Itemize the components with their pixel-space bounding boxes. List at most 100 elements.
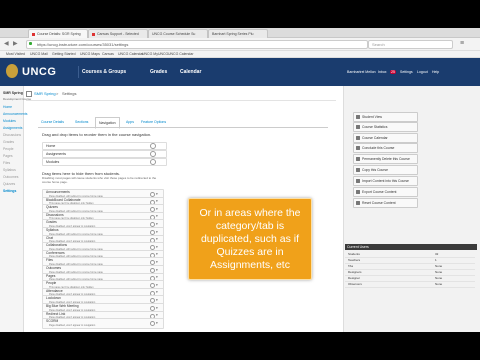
user-role[interactable]: Designers: [348, 270, 362, 275]
help-link[interactable]: Help: [432, 70, 439, 74]
chevron-down-icon[interactable]: ▾: [156, 275, 158, 279]
bookmark[interactable]: UNCG MyUNCG: [142, 51, 168, 57]
sidebar-item-people[interactable]: People: [3, 147, 14, 151]
chevron-down-icon[interactable]: ▾: [156, 245, 158, 249]
chevron-down-icon[interactable]: ▾: [156, 321, 158, 325]
chevron-down-icon[interactable]: ▾: [156, 192, 158, 196]
chevron-down-icon[interactable]: ▾: [156, 237, 158, 241]
copy-course-button[interactable]: Copy this Course: [353, 165, 418, 175]
sidebar-item-files[interactable]: Files: [3, 161, 10, 165]
sidebar-item-syllabus[interactable]: Syllabus: [3, 168, 16, 172]
hidden-nav-item-name: Discussions: [46, 212, 64, 217]
nav-courses-groups[interactable]: Courses & Groups: [82, 69, 126, 75]
browser-window: Course Details: SGR Spring Canvas Suppor…: [0, 28, 480, 332]
tab-sections[interactable]: Sections: [72, 117, 91, 127]
chevron-down-icon[interactable]: ▾: [156, 306, 158, 310]
sidebar-item-assignments[interactable]: Assignments: [3, 126, 22, 130]
chevron-down-icon[interactable]: ▾: [156, 207, 158, 211]
chevron-down-icon[interactable]: ▾: [156, 252, 158, 256]
chevron-down-icon[interactable]: ▾: [156, 199, 158, 203]
checkmark-icon: [356, 146, 360, 151]
chevron-down-icon[interactable]: ▾: [156, 260, 158, 264]
canvas-header: UNCG Courses & Groups Grades Calendar Ba…: [0, 58, 480, 86]
chevron-down-icon[interactable]: ▾: [156, 268, 158, 272]
conclude-course-button[interactable]: Conclude this Course: [353, 143, 418, 153]
breadcrumb-separator: >: [56, 91, 59, 96]
bookmark[interactable]: UNCG Calendar: [118, 51, 143, 57]
bookmark[interactable]: Canvas: [102, 51, 114, 57]
tab-course-details[interactable]: Course Details: [38, 117, 67, 127]
student-view-button[interactable]: Student View: [353, 112, 418, 122]
hidden-nav-item-name: Files: [46, 258, 53, 263]
gear-icon[interactable]: [150, 321, 155, 327]
back-arrow-icon[interactable]: ◀: [4, 41, 9, 47]
gear-icon[interactable]: [150, 159, 156, 165]
nav-grades[interactable]: Grades: [150, 69, 167, 75]
sidebar-item-pages[interactable]: Pages: [3, 154, 13, 158]
current-users-row: Observers None: [345, 282, 475, 288]
sidebar-item-grades[interactable]: Grades: [3, 140, 14, 144]
chevron-down-icon[interactable]: ▾: [156, 313, 158, 317]
user-role[interactable]: Observers: [348, 282, 362, 287]
chevron-down-icon[interactable]: ▾: [156, 222, 158, 226]
hidden-nav-item[interactable]: SCORM Page disabled, won't appear in navi…: [42, 318, 164, 330]
user-role[interactable]: Designer: [348, 276, 360, 281]
sidebar-item-announcements[interactable]: Announcements: [3, 112, 28, 116]
home-icon[interactable]: [26, 91, 32, 97]
sidebar-item-outcomes[interactable]: Outcomes: [3, 175, 18, 179]
button-label: Copy this Course: [362, 168, 389, 172]
chevron-down-icon[interactable]: ▾: [156, 298, 158, 302]
reset-content-button[interactable]: Reset Course Content: [353, 198, 418, 208]
nav-item-label: Home: [46, 144, 56, 148]
calendar-icon: [356, 136, 360, 141]
import-content-button[interactable]: Import Content into this Course: [353, 176, 418, 186]
breadcrumb-course[interactable]: SMR Spring: [34, 91, 56, 96]
hidden-nav-item-desc: Page disabled, won't appear in navigatio…: [49, 323, 96, 327]
tab-feature-options[interactable]: Feature Options: [138, 117, 169, 127]
export-content-button[interactable]: Export Course Content: [353, 187, 418, 197]
bookmark[interactable]: UNCG Calendar: [168, 51, 193, 57]
browser-tab[interactable]: Course Details: SGR Spring: [28, 29, 88, 38]
sidebar-item-home[interactable]: Home: [3, 105, 12, 109]
settings-link[interactable]: Settings: [400, 70, 413, 74]
sidebar-item-modules[interactable]: Modules: [3, 119, 16, 123]
user-role[interactable]: Students: [348, 252, 360, 257]
bookmark[interactable]: UNCG Mail: [30, 51, 48, 57]
course-statistics-button[interactable]: Course Statistics: [353, 122, 418, 132]
user-role[interactable]: Teachers: [348, 258, 360, 263]
nav-item-home[interactable]: Home: [42, 142, 167, 150]
chevron-down-icon[interactable]: ▾: [156, 230, 158, 234]
bookmark[interactable]: UNCG Maps: [80, 51, 100, 57]
logout-link[interactable]: Logout: [417, 70, 428, 74]
gear-icon[interactable]: [150, 143, 156, 149]
chevron-down-icon[interactable]: ▾: [156, 283, 158, 287]
bookmark[interactable]: Getting Started: [52, 51, 76, 57]
user-name-link[interactable]: Barnhartrel Mellon: [347, 70, 376, 74]
tab-apps[interactable]: Apps: [123, 117, 137, 127]
delete-course-button[interactable]: Permanently Delete this Course: [353, 154, 418, 164]
sidebar-item-settings[interactable]: Settings: [3, 189, 16, 193]
nav-item-label: Modules: [46, 160, 60, 164]
hidden-nav-item-name: Announcements: [46, 190, 70, 194]
forward-arrow-icon[interactable]: ▶: [13, 41, 18, 47]
browser-tab[interactable]: Canvas Support - Selected: [88, 29, 148, 38]
url-input[interactable]: https://uncg.instructure.com/courses/350…: [26, 40, 368, 49]
sidebar-item-quizzes[interactable]: Quizzes: [3, 182, 15, 186]
nav-item-assignments[interactable]: Assignments: [42, 150, 167, 158]
search-input[interactable]: Search: [368, 40, 453, 49]
user-role[interactable]: TAs: [348, 264, 353, 269]
course-calendar-button[interactable]: Course Calendar: [353, 133, 418, 143]
logo-text[interactable]: UNCG: [22, 66, 56, 78]
menu-icon[interactable]: ≡: [460, 40, 464, 48]
sidebar-item-discussions[interactable]: Discussions: [3, 133, 21, 137]
bookmark[interactable]: Most Visited: [6, 51, 25, 57]
course-sidebar: SMR Spring Development Course Home Annou…: [0, 86, 31, 332]
browser-tab[interactable]: UNCG Course Schedule Su: [148, 29, 208, 38]
nav-item-modules[interactable]: Modules: [42, 158, 167, 166]
nav-calendar[interactable]: Calendar: [180, 69, 201, 75]
inbox-link[interactable]: Inbox: [378, 70, 387, 74]
browser-tab[interactable]: Barnhart Spring Series Plu: [208, 29, 268, 38]
chevron-down-icon[interactable]: ▾: [156, 290, 158, 294]
chevron-down-icon[interactable]: ▾: [156, 214, 158, 218]
gear-icon[interactable]: [150, 151, 156, 157]
